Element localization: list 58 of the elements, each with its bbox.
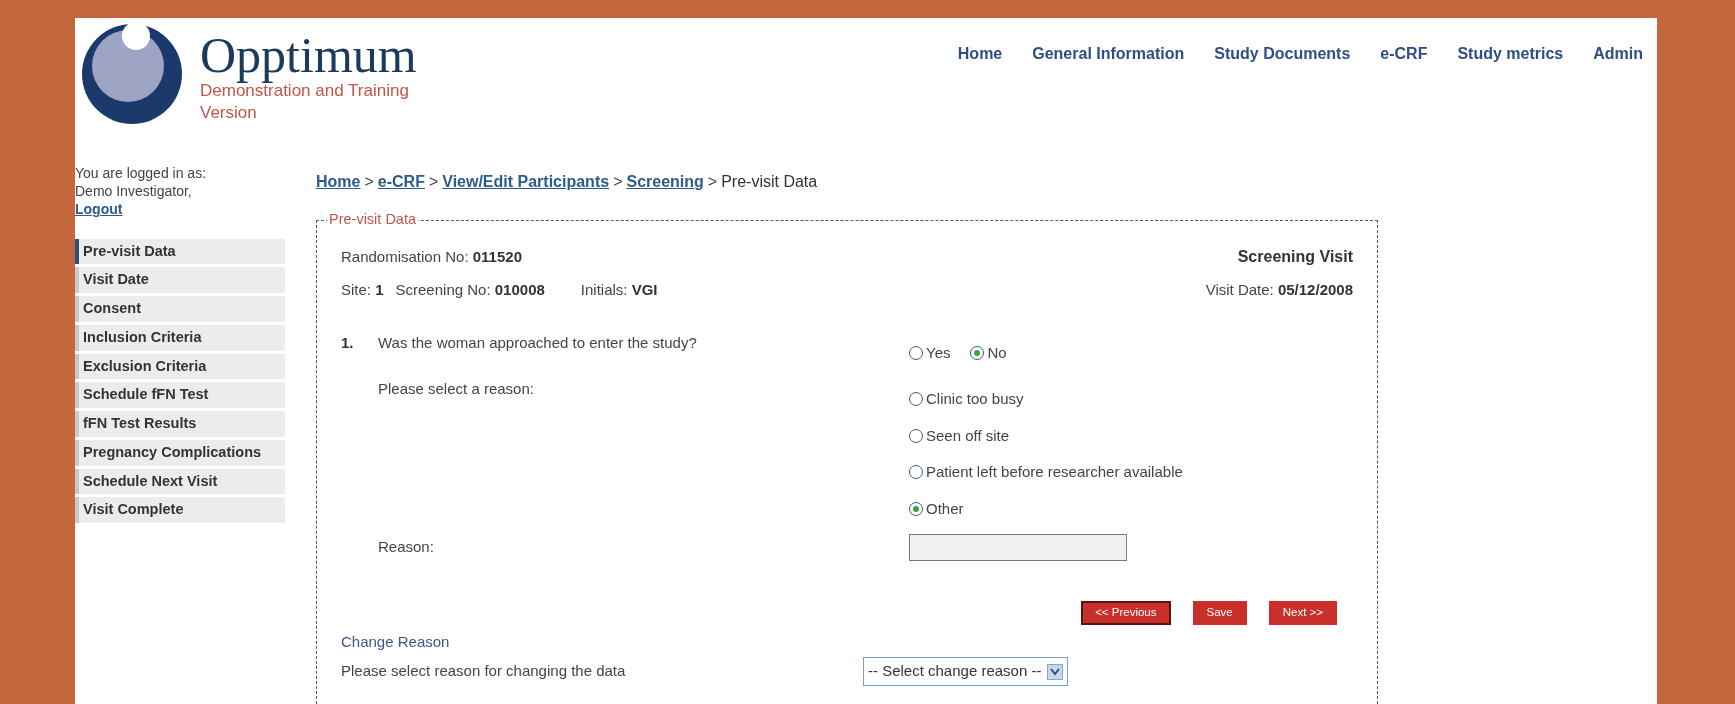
change-reason-prompt: Please select reason for changing the data <box>341 662 626 680</box>
sidebar-item[interactable]: Exclusion Criteria <box>75 353 285 380</box>
visit-date-value: 05/12/2008 <box>1277 281 1353 298</box>
visit-type: Screening Visit <box>1237 247 1353 267</box>
nav-link[interactable]: General Information <box>1032 42 1185 66</box>
screening-number: 010008 <box>494 281 545 298</box>
nav-button[interactable]: Save <box>1192 601 1247 625</box>
breadcrumb-separator: > <box>707 172 718 192</box>
logout-link[interactable]: Logout <box>75 201 123 218</box>
nav-link[interactable]: Study Documents <box>1214 42 1351 66</box>
option-label: Yes <box>926 342 951 363</box>
option-label: Patient left before researcher available <box>926 462 1183 482</box>
option-label: No <box>987 342 1007 363</box>
change-reason-select[interactable]: -- Select change reason -- <box>863 657 1069 686</box>
sidebar-item[interactable]: fFN Test Results <box>75 411 285 437</box>
site-label: Site: <box>341 281 371 298</box>
randomisation-number: 011520 <box>472 247 522 265</box>
sidebar-item[interactable]: Visit Date <box>75 267 285 294</box>
reason-input[interactable] <box>909 534 1127 561</box>
nav-link[interactable]: Admin <box>1593 42 1643 66</box>
sidebar-item[interactable]: Pregnancy Complications <box>75 439 285 466</box>
nav-button[interactable]: << Previous <box>1081 601 1171 625</box>
sidebar-item[interactable]: Consent <box>75 296 285 322</box>
breadcrumb-separator: > <box>364 172 374 192</box>
sidebar-item[interactable]: Visit Complete <box>75 497 285 524</box>
reason-prompt: Please select a reason: <box>378 380 534 397</box>
site-value: 1 <box>375 281 384 298</box>
nav-link[interactable]: Home <box>957 42 1003 66</box>
question-text: Was the woman approached to enter the study? <box>378 332 697 353</box>
nav-link[interactable]: e-CRF <box>1380 42 1428 66</box>
initials-value: VGI <box>631 281 658 298</box>
option-label: Other <box>926 498 964 519</box>
dropdown-icon <box>1047 663 1064 680</box>
breadcrumb-current: Pre-visit Data <box>721 172 818 192</box>
nav-link[interactable]: Study metrics <box>1457 42 1564 66</box>
breadcrumb-link[interactable]: e-CRF <box>377 170 425 194</box>
initials-label: Initials: <box>580 281 628 298</box>
visit-date-label: Visit Date: <box>1205 281 1274 298</box>
question-number: 1. <box>341 332 355 353</box>
nav-button[interactable]: Next >> <box>1268 601 1337 625</box>
sidebar-item[interactable]: Schedule Next Visit <box>75 468 285 495</box>
sidebar-item[interactable]: Inclusion Criteria <box>75 324 285 351</box>
randomisation-label: Randomisation No: <box>341 247 469 265</box>
breadcrumb-link[interactable]: Home <box>316 170 361 194</box>
sidebar-item[interactable]: Pre-visit Data <box>75 238 285 265</box>
option-label: Seen off site <box>926 425 1010 446</box>
section-heading: Change Reason <box>341 631 451 652</box>
logo-icon <box>80 22 184 126</box>
sidebar-item[interactable]: Schedule fFN Test <box>75 382 285 409</box>
breadcrumb-separator: > <box>613 172 623 192</box>
breadcrumb-separator: > <box>428 172 439 192</box>
user-name: Demo Investigator, <box>75 182 193 201</box>
reason-label: Reason: <box>378 538 434 556</box>
breadcrumb-link[interactable]: Screening <box>626 170 704 194</box>
screening-label: Screening No: <box>395 281 491 298</box>
option-label: Clinic too busy <box>926 389 1024 409</box>
logged-in-label: You are logged in as: <box>75 164 208 183</box>
breadcrumb-link[interactable]: View/Edit Participants <box>442 170 610 194</box>
